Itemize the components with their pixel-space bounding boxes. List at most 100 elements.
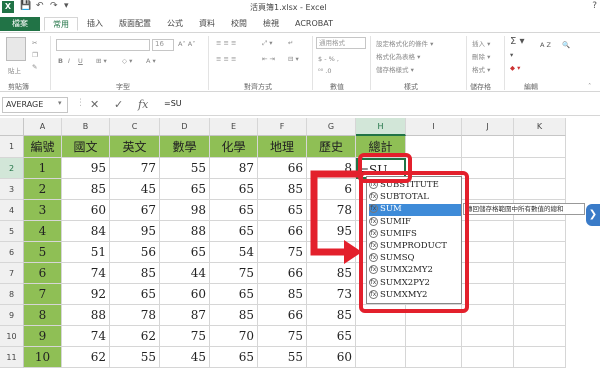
score-cell[interactable]: 85 [307, 305, 356, 326]
tab-formulas[interactable]: 公式 [160, 17, 190, 31]
score-cell[interactable]: 73 [307, 284, 356, 305]
score-cell[interactable]: 85 [258, 284, 307, 305]
tab-file[interactable]: 檔案 [0, 17, 40, 31]
empty-cell[interactable] [462, 326, 514, 347]
row-header-10[interactable]: 10 [0, 326, 24, 347]
format-painter-icon[interactable]: ✎ [32, 63, 37, 71]
underline-icon[interactable]: U [78, 57, 83, 65]
empty-cell[interactable] [406, 326, 462, 347]
align-top-icon[interactable]: ≡ ≡ ≡ [216, 39, 236, 47]
tab-page-layout[interactable]: 版面配置 [112, 17, 158, 31]
currency-icon[interactable]: $ - % , [318, 55, 339, 63]
cell-styles-button[interactable]: 儲存格樣式 ▾ [376, 64, 414, 74]
score-cell[interactable]: 95 [110, 221, 160, 242]
tab-acrobat[interactable]: ACROBAT [290, 17, 338, 31]
id-cell[interactable]: 7 [24, 284, 62, 305]
score-cell[interactable]: 65 [210, 221, 258, 242]
paste-icon[interactable] [6, 37, 26, 61]
column-header-e[interactable]: E [210, 118, 258, 136]
id-cell[interactable]: 3 [24, 200, 62, 221]
decimal-icon[interactable]: ⁰⁰ .0 [318, 67, 331, 75]
side-panel-toggle-icon[interactable]: ❯ [586, 204, 600, 226]
score-cell[interactable]: 77 [110, 158, 160, 179]
font-name-box[interactable] [56, 39, 150, 51]
row-header-1[interactable]: 1 [0, 136, 24, 158]
score-cell[interactable]: 92 [62, 284, 110, 305]
empty-cell[interactable] [514, 284, 566, 305]
find-select-icon[interactable]: 🔍 [562, 41, 570, 49]
score-cell[interactable]: 65 [160, 242, 210, 263]
score-cell[interactable]: 65 [210, 179, 258, 200]
row-header-4[interactable]: 4 [0, 200, 24, 221]
column-header-j[interactable]: J [462, 118, 514, 136]
header-cell[interactable]: 數學 [160, 136, 210, 158]
fill-icon[interactable]: ▾ [510, 51, 513, 59]
wrap-text-icon[interactable]: ↵ [288, 39, 293, 47]
column-header-h[interactable]: H [356, 118, 406, 136]
score-cell[interactable]: 62 [110, 326, 160, 347]
score-cell[interactable]: 88 [160, 221, 210, 242]
column-header-c[interactable]: C [110, 118, 160, 136]
score-cell[interactable]: 65 [110, 284, 160, 305]
bold-icon[interactable]: B [58, 57, 63, 65]
id-cell[interactable]: 1 [24, 158, 62, 179]
score-cell[interactable]: 85 [210, 305, 258, 326]
row-header-9[interactable]: 9 [0, 305, 24, 326]
row-header-7[interactable]: 7 [0, 263, 24, 284]
score-cell[interactable]: 45 [110, 179, 160, 200]
row-header-2[interactable]: 2 [0, 158, 24, 179]
score-cell[interactable]: 84 [62, 221, 110, 242]
score-cell[interactable]: 65 [160, 179, 210, 200]
header-cell[interactable]: 英文 [110, 136, 160, 158]
tab-home[interactable]: 常用 [44, 17, 78, 31]
align-left-icon[interactable]: ≡ ≡ ≡ [216, 55, 236, 63]
row-header-6[interactable]: 6 [0, 242, 24, 263]
score-cell[interactable]: 67 [110, 200, 160, 221]
score-cell[interactable]: 70 [210, 326, 258, 347]
tab-insert[interactable]: 插入 [80, 17, 110, 31]
save-icon[interactable]: 💾 [20, 1, 31, 11]
column-header-d[interactable]: D [160, 118, 210, 136]
empty-cell[interactable] [462, 263, 514, 284]
score-cell[interactable]: 44 [160, 263, 210, 284]
empty-cell[interactable] [356, 326, 406, 347]
empty-cell[interactable] [462, 242, 514, 263]
fill-color-icon[interactable]: ◇ ▾ [122, 57, 132, 65]
qat-customize-icon[interactable]: ▾ [64, 1, 69, 11]
format-as-table-button[interactable]: 格式化為表格 ▾ [376, 51, 420, 61]
undo-icon[interactable]: ↶ [36, 1, 44, 11]
grow-font-icon[interactable]: A˄ A˅ [178, 40, 195, 48]
score-cell[interactable]: 60 [160, 284, 210, 305]
merge-icon[interactable]: ⊟ ▾ [288, 55, 299, 63]
row-header-5[interactable]: 5 [0, 221, 24, 242]
paste-label[interactable]: 貼上 [8, 65, 21, 75]
score-cell[interactable]: 85 [110, 263, 160, 284]
delete-cells-button[interactable]: 刪除 ▾ [472, 51, 490, 61]
cancel-icon[interactable]: ✕ [90, 98, 99, 111]
score-cell[interactable]: 88 [62, 305, 110, 326]
sort-filter-icon[interactable]: A Z [540, 41, 551, 49]
column-header-b[interactable]: B [62, 118, 110, 136]
score-cell[interactable]: 66 [258, 305, 307, 326]
score-cell[interactable]: 74 [62, 263, 110, 284]
id-cell[interactable]: 2 [24, 179, 62, 200]
header-cell[interactable]: 化學 [210, 136, 258, 158]
id-cell[interactable]: 5 [24, 242, 62, 263]
format-cells-button[interactable]: 格式 ▾ [472, 64, 490, 74]
score-cell[interactable]: 55 [160, 158, 210, 179]
indent-icon[interactable]: ⇤ ⇥ [262, 55, 275, 63]
score-cell[interactable]: 56 [110, 242, 160, 263]
score-cell[interactable]: 65 [210, 200, 258, 221]
tab-review[interactable]: 校閱 [224, 17, 254, 31]
number-format-box[interactable]: 通用格式 [316, 37, 366, 49]
score-cell[interactable]: 78 [110, 305, 160, 326]
help-icon[interactable]: ? [592, 1, 597, 11]
column-header-a[interactable]: A [24, 118, 62, 136]
empty-cell[interactable] [406, 136, 462, 158]
tab-data[interactable]: 資料 [192, 17, 222, 31]
clear-icon[interactable]: ◆ ▾ [510, 64, 520, 72]
header-cell[interactable]: 國文 [62, 136, 110, 158]
id-cell[interactable]: 9 [24, 326, 62, 347]
score-cell[interactable]: 95 [62, 158, 110, 179]
orientation-icon[interactable]: ⤢ ▾ [262, 39, 273, 48]
